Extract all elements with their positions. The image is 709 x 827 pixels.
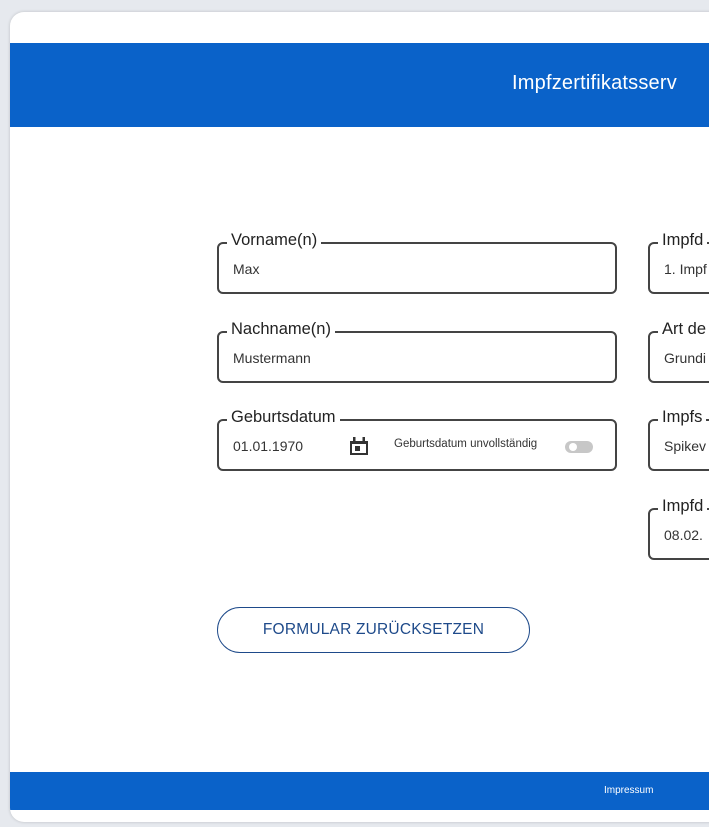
birthdate-incomplete-label: Geburtsdatum unvollständig: [394, 438, 538, 450]
type-value[interactable]: Grundi: [664, 350, 706, 366]
type-label: Art de: [658, 318, 709, 340]
vaccine-label: Impfs: [658, 406, 707, 428]
last-name-field[interactable]: Nachname(n) Mustermann: [217, 318, 617, 383]
first-name-value[interactable]: Max: [233, 261, 259, 277]
toggle-knob: [569, 443, 577, 451]
dose-field[interactable]: Impfd 1. Impf: [648, 229, 709, 294]
vaccination-date-field[interactable]: Impfd 08.02.: [648, 495, 709, 560]
first-name-label: Vorname(n): [227, 229, 322, 251]
calendar-icon[interactable]: [349, 436, 369, 456]
app-screen: Impfzertifikatsserv Vorname(n) Max Nachn…: [10, 12, 709, 822]
dose-label: Impfd: [658, 229, 708, 251]
type-field[interactable]: Art de Grundi: [648, 318, 709, 383]
last-name-value[interactable]: Mustermann: [233, 350, 311, 366]
reset-form-button[interactable]: FORMULAR ZURÜCKSETZEN: [217, 607, 530, 653]
vaccine-value[interactable]: Spikev: [664, 438, 706, 454]
birthdate-field[interactable]: Geburtsdatum 01.01.1970 Geburtsdatum unv…: [217, 406, 617, 471]
vaccine-field[interactable]: Impfs Spikev: [648, 406, 709, 471]
dose-value[interactable]: 1. Impf: [664, 261, 707, 277]
birthdate-value[interactable]: 01.01.1970: [233, 438, 303, 454]
vaccination-date-label: Impfd: [658, 495, 708, 517]
vaccination-date-value[interactable]: 08.02.: [664, 527, 703, 543]
first-name-field[interactable]: Vorname(n) Max: [217, 229, 617, 294]
app-footer: Impressum: [10, 772, 709, 810]
last-name-label: Nachname(n): [227, 318, 335, 340]
birthdate-incomplete-toggle[interactable]: [565, 441, 593, 453]
app-title: Impfzertifikatsserv: [512, 72, 677, 94]
app-header: Impfzertifikatsserv: [10, 43, 709, 127]
impressum-link[interactable]: Impressum: [604, 785, 653, 796]
birthdate-label: Geburtsdatum: [227, 406, 340, 428]
